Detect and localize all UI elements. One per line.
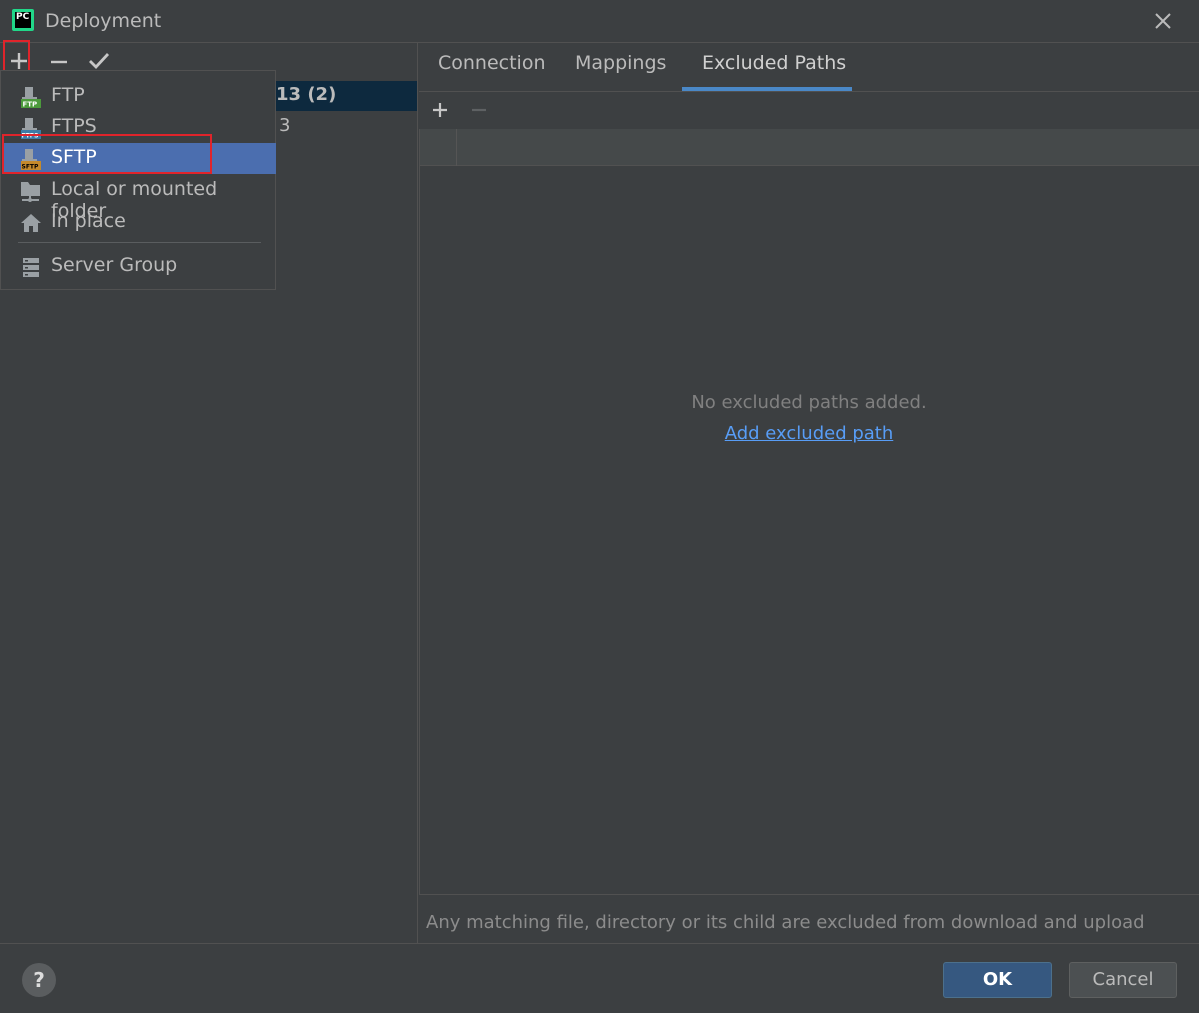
menu-item-label: Server Group [51,254,178,276]
menu-separator [18,242,261,243]
cancel-button[interactable]: Cancel [1069,962,1177,998]
sftp-highlight-box [2,134,212,174]
close-icon[interactable] [1150,8,1176,34]
server-list-row-text: 13 (2) [276,84,337,105]
table-header-column-divider [456,129,457,166]
svg-text:FTP: FTP [23,101,38,109]
menu-item-local-folder[interactable]: Local or mounted folder [2,175,276,222]
footer-divider [0,943,1199,944]
table-border-bottom [419,894,1199,895]
add-excluded-path-link[interactable]: Add excluded path [725,423,894,444]
tab-mappings[interactable]: Mappings [575,52,666,74]
menu-item-label: FTP [51,84,85,106]
menu-item-in-place[interactable]: In place [2,207,276,238]
title-bar [0,0,1199,42]
server-list-row-text: 3 [279,115,291,136]
empty-state-text: No excluded paths added. [691,392,927,413]
add-icon[interactable] [428,98,452,122]
menu-item-server-group[interactable]: Server Group [2,251,276,282]
ok-button[interactable]: OK [943,962,1052,998]
pycharm-logo-icon: PC [12,9,34,31]
tab-connection[interactable]: Connection [438,52,546,74]
help-button[interactable]: ? [22,963,56,997]
folder-icon [19,179,43,203]
table-header [419,129,1199,166]
excluded-paths-table[interactable] [419,166,1199,894]
exclusion-hint: Any matching file, directory or its chil… [426,912,1145,933]
split-divider[interactable] [417,42,418,943]
server-group-icon [19,255,43,279]
menu-item-ftp[interactable]: FTP FTP [2,81,276,112]
menu-item-label: In place [51,210,126,232]
add-excluded-path-link-wrap: Add excluded path [419,423,1199,444]
remove-icon [467,98,491,122]
title-divider [0,42,1199,43]
add-server-menu: FTP FTP FTPS FTPS SFTP SFTP Local or mou… [0,70,276,290]
home-icon [19,211,43,235]
window-title: Deployment [45,10,162,32]
table-border-left [419,129,420,895]
excluded-paths-toolbar [419,92,1199,129]
ftp-icon: FTP [19,85,43,109]
logo-text: PC [15,12,31,28]
tab-excluded-paths[interactable]: Excluded Paths [702,52,846,74]
